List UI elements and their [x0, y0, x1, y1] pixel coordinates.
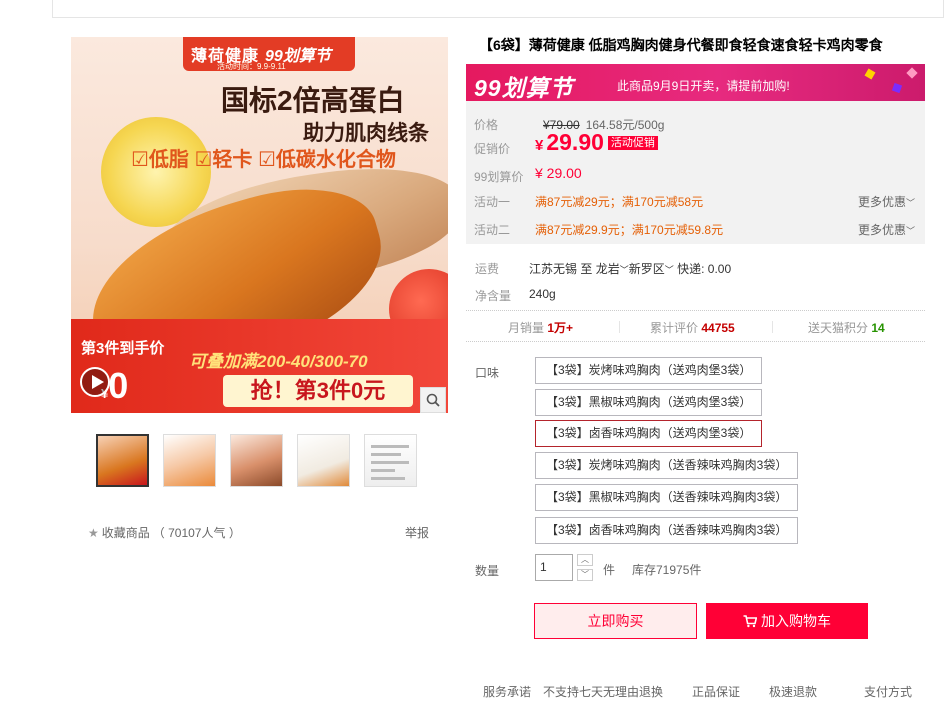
net-weight-label: 净含量 [475, 289, 512, 303]
quantity-label: 数量 [475, 564, 500, 578]
brand-banner: 薄荷健康 99划算节 活动时间：9.9-9.11 [183, 37, 355, 71]
more-offers-2[interactable]: 更多优惠﹀ [858, 221, 915, 238]
price-row: 价格 ¥79.00 164.58元/500g [474, 116, 664, 133]
price-panel: 价格 ¥79.00 164.58元/500g 促销价 ¥29.90 活动促销 99划… [466, 101, 925, 244]
express-fee: 快递: 0.00 [677, 262, 732, 276]
shipping-info: 江苏无锡 至 龙岩﹀新罗区﹀ 快递: 0.00 [529, 260, 731, 277]
activity1-text: 满87元减29元；满170元减58元 [535, 195, 704, 209]
sales-stats: 月销量 1万+ 累计评价 44755 送天猫积分 14 [466, 310, 925, 342]
thumbnail-1[interactable] [96, 434, 149, 487]
yen-symbol: ¥ [535, 137, 544, 154]
tmall-points-value: 14 [871, 321, 885, 335]
tmall-points: 送天猫积分 14 [808, 321, 885, 335]
event-price-row: 99划算价 [474, 168, 523, 185]
promo-price-label: 促销价 [474, 142, 511, 156]
activity1-row: 活动一 [474, 193, 510, 210]
promise-item[interactable]: 极速退款 [769, 683, 817, 700]
destination-city-select[interactable]: 龙岩﹀ [596, 262, 629, 276]
stock-count: 库存71975件 [632, 563, 702, 577]
chevron-down-icon: ﹀ [664, 265, 674, 275]
image-tags: ☑低脂 ☑轻卡 ☑低碳水化合物 [131, 149, 396, 171]
payment-methods[interactable]: 支付方式 [864, 683, 912, 700]
flavor-option-selected[interactable]: 【3袋】卤香味鸡胸肉（送鸡肉堡3袋） [535, 420, 763, 447]
price-label: 价格 [474, 118, 499, 132]
promo-badge: 活动促销 [607, 136, 658, 150]
quantity-input[interactable]: 1 [535, 554, 573, 581]
thumbnail-list [96, 434, 417, 487]
add-to-cart-label: 加入购物车 [761, 613, 831, 629]
shipping-label: 运费 [475, 262, 500, 276]
flavor-option[interactable]: 【3袋】黑椒味鸡胸肉（送鸡肉堡3袋） [535, 389, 763, 416]
total-reviews[interactable]: 累计评价 44755 [650, 319, 735, 336]
promo-line2: 可叠加满200-40/300-70 [189, 352, 368, 371]
image-headline: 国标2倍高蛋白 [221, 85, 405, 116]
quantity-unit: 件 [603, 563, 616, 577]
promo-price-row: 促销价 [474, 140, 510, 157]
divider [619, 321, 620, 333]
net-weight-value: 240g [529, 287, 556, 301]
shipping-to-word: 至 [580, 262, 593, 276]
chevron-down-icon: ﹀ [619, 265, 629, 275]
promo-price-value: 0 [108, 365, 129, 406]
product-title: 【6袋】薄荷健康 低脂鸡胸肉健身代餐即食轻食速食轻卡鸡肉零食 [479, 37, 883, 53]
activity2-row: 活动二 [474, 221, 510, 238]
favorite-label: 收藏商品 [101, 526, 150, 540]
flavor-label: 口味 [475, 366, 500, 380]
favorite-count: （ 70107人气 ） [152, 526, 241, 540]
total-reviews-value: 44755 [701, 321, 735, 335]
monthly-sales: 月销量 1万+ [508, 321, 574, 335]
confetti-icon [906, 67, 918, 79]
shipping-from: 江苏无锡 [529, 262, 578, 276]
monthly-sales-value: 1万+ [547, 321, 574, 335]
promo-line1: 第3件到手价 [81, 340, 165, 357]
event-banner: 99划算节 此商品9月9日开卖，请提前加购! [466, 64, 925, 101]
event-price: ¥ 29.00 [535, 165, 582, 181]
event-price-label: 99划算价 [474, 170, 524, 184]
promise-label: 服务承诺 [483, 685, 532, 699]
promo-price-block: ¥29.90 活动促销 [535, 129, 658, 156]
main-product-image[interactable]: 薄荷健康 99划算节 活动时间：9.9-9.11 国标2倍高蛋白 助力肌肉线条 … [71, 37, 448, 413]
thumbnail-3[interactable] [230, 434, 283, 487]
thumbnail-4[interactable] [297, 434, 350, 487]
activity2-text: 满87元减29.9元；满170元减59.8元 [535, 223, 724, 237]
divider [772, 321, 773, 333]
activity2-label: 活动二 [474, 223, 511, 237]
confetti-icon [891, 82, 903, 94]
destination-district-select[interactable]: 新罗区﹀ [629, 262, 674, 276]
promise-item[interactable]: 不支持七天无理由退换 [543, 683, 663, 700]
banner-message: 此商品9月9日开卖，请提前加购! [617, 79, 790, 93]
flavor-option[interactable]: 【3袋】黑椒味鸡胸肉（送香辣味鸡胸肉3袋） [535, 484, 799, 511]
more-offers-1[interactable]: 更多优惠﹀ [858, 193, 915, 210]
promise-item[interactable]: 正品保证 [692, 683, 740, 700]
cart-icon [743, 614, 757, 627]
flavor-option[interactable]: 【3袋】卤香味鸡胸肉（送香辣味鸡胸肉3袋） [535, 517, 799, 544]
play-video-icon[interactable] [80, 367, 110, 397]
zoom-icon[interactable] [420, 387, 446, 413]
favorite-link[interactable]: ★ 收藏商品 （ 70107人气 ） [88, 524, 241, 541]
top-notice-strip [52, 0, 944, 18]
chevron-down-icon: ﹀ [905, 226, 915, 236]
quantity-decrease-icon[interactable]: ﹀ [577, 569, 593, 581]
star-icon: ★ [88, 525, 99, 540]
flavor-option[interactable]: 【3袋】炭烤味鸡胸肉（送香辣味鸡胸肉3袋） [535, 452, 799, 479]
quantity-increase-icon[interactable]: ︿ [577, 554, 593, 566]
chevron-down-icon: ﹀ [905, 198, 915, 208]
event-time: 活动时间：9.9-9.11 [217, 62, 286, 71]
promo-price: 29.90 [546, 129, 604, 155]
thumbnail-5[interactable] [364, 434, 417, 487]
more-offers-label: 更多优惠 [857, 223, 906, 237]
confetti-icon [864, 68, 876, 80]
add-to-cart-button[interactable]: 加入购物车 [706, 603, 868, 639]
banner-event-name: 99划算节 [474, 75, 574, 101]
activity1-label: 活动一 [474, 195, 511, 209]
flavor-option[interactable]: 【3袋】炭烤味鸡胸肉（送鸡肉堡3袋） [535, 357, 763, 384]
more-offers-label: 更多优惠 [857, 195, 906, 209]
buy-now-button[interactable]: 立即购买 [534, 603, 697, 639]
promo-grab: 抢！第3件0元 [223, 375, 413, 407]
thumbnail-2[interactable] [163, 434, 216, 487]
report-link[interactable]: 举报 [405, 524, 429, 541]
